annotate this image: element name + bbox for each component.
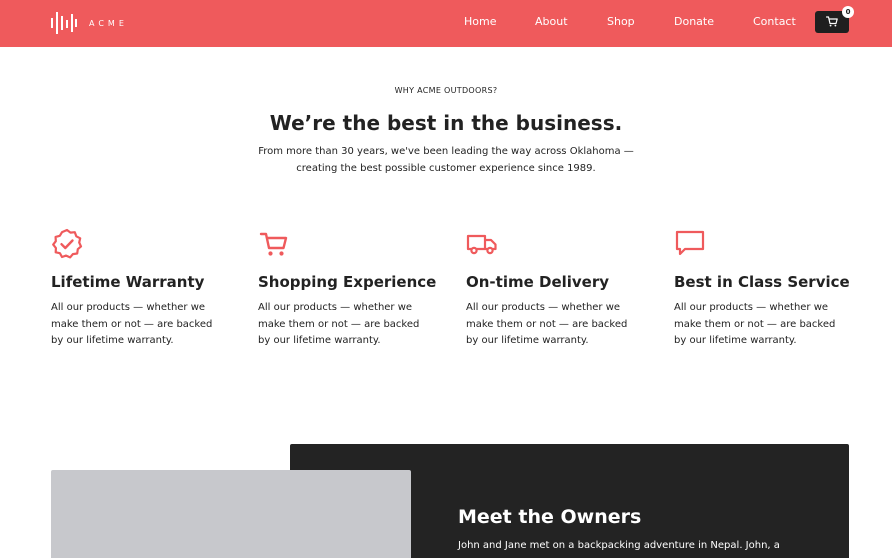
owners-title: Meet the Owners [458,506,642,528]
navbar: ACME Home About Shop Donate Contact 0 [0,0,892,47]
feature-title: Best in Class Service [674,273,850,291]
brand-name: ACME [89,18,128,28]
cart-icon [259,232,288,256]
nav-contact[interactable]: Contact [753,15,796,29]
truck-icon [466,234,497,255]
owners-photo [51,470,411,558]
nav-about[interactable]: About [535,15,568,29]
cart-icon [826,16,838,27]
brand-logo[interactable]: ACME [51,12,128,34]
section-eyebrow: WHY ACME OUTDOORS? [394,86,498,95]
feature-description: All our products — whether we make them … [466,302,628,346]
intro-paragraph: From more than 30 years, we've been lead… [258,146,634,174]
feature-title: Lifetime Warranty [51,273,205,291]
feature-title: On-time Delivery [466,273,610,291]
nav-home[interactable]: Home [464,15,496,29]
owners-paragraph: John and Jane met on a backpacking adven… [458,540,780,551]
nav-donate[interactable]: Donate [674,15,714,29]
page: ACME Home About Shop Donate Contact 0 WH… [0,0,892,558]
feature-description: All our products — whether we make them … [674,302,836,346]
cart-count-badge: 0 [842,6,854,18]
feature-description: All our products — whether we make them … [258,302,420,346]
nav-shop[interactable]: Shop [607,15,635,29]
badge-check-icon [52,228,83,259]
sound-bars-logo-icon [51,12,77,34]
section-headline: We’re the best in the business. [269,111,623,135]
chat-icon [675,230,705,256]
feature-title: Shopping Experience [258,273,437,291]
feature-description: All our products — whether we make them … [51,302,213,346]
